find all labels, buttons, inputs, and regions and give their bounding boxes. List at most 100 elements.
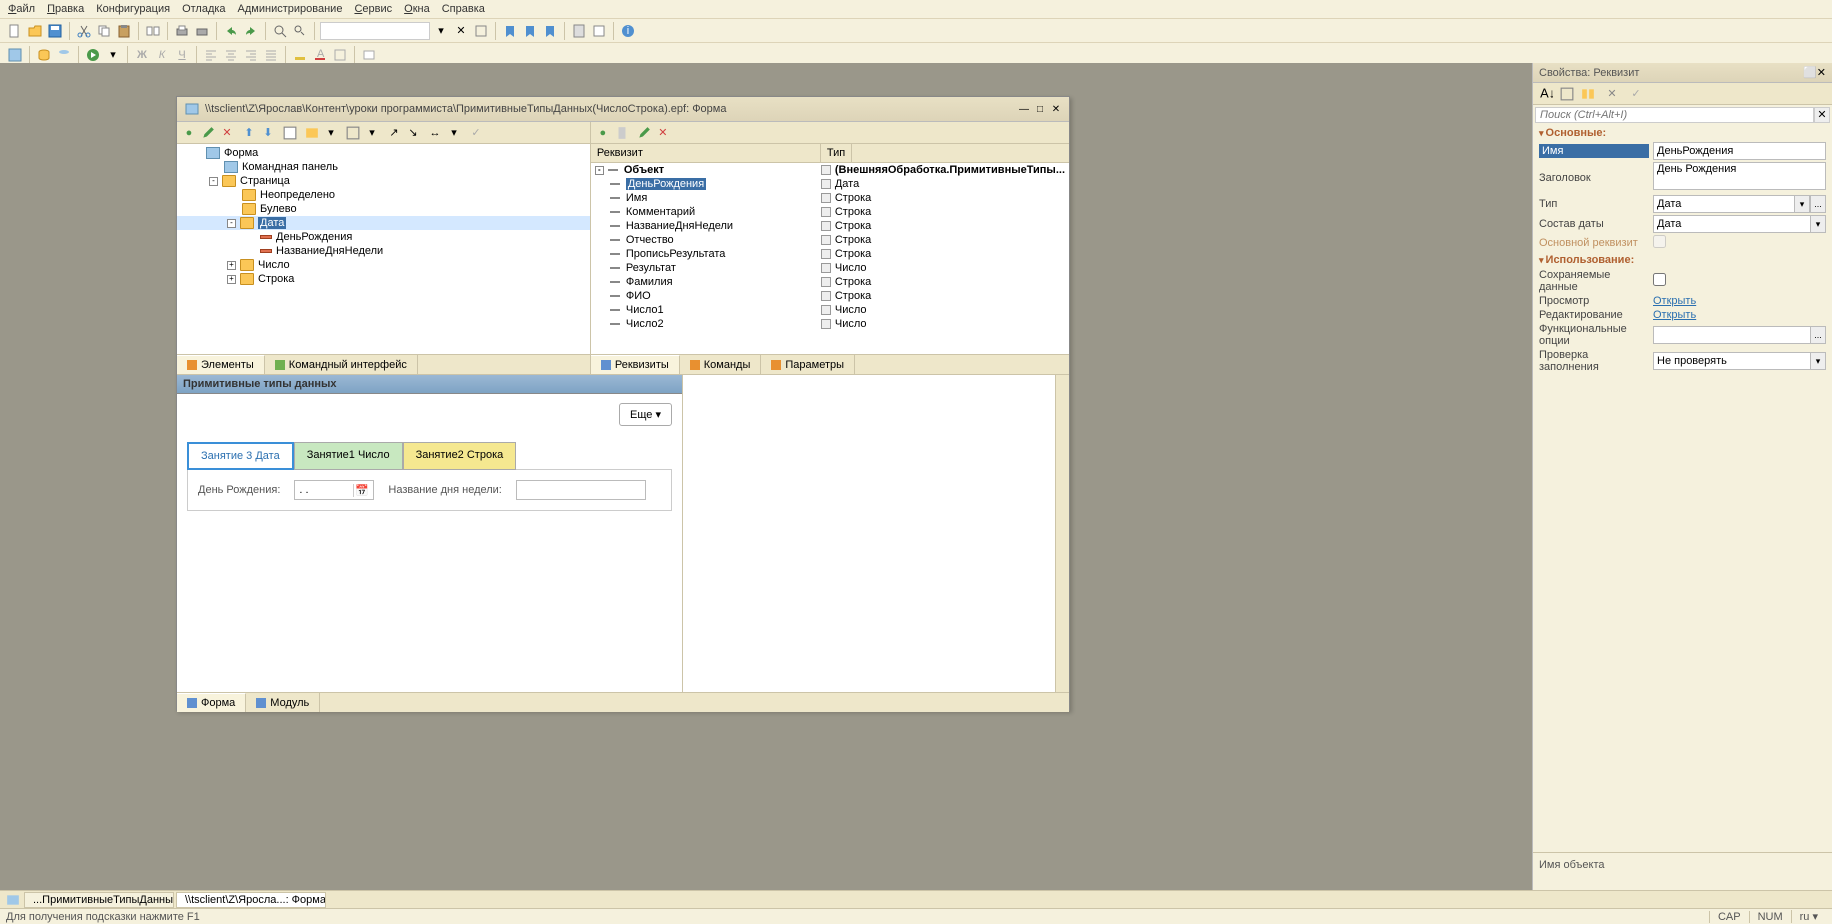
search-clear-icon[interactable]: ✕: [452, 22, 470, 40]
calendar-icon[interactable]: [590, 22, 608, 40]
menu-windows[interactable]: Окна: [404, 3, 430, 15]
align-justify-icon[interactable]: [262, 46, 280, 64]
underline-icon[interactable]: Ч: [173, 46, 191, 64]
prop-name-input[interactable]: [1653, 142, 1826, 160]
preview-tab[interactable]: Занятие 3 Дата: [187, 442, 294, 470]
prop-fillcheck-input[interactable]: [1653, 352, 1810, 370]
tab-Реквизиты[interactable]: Реквизиты: [591, 355, 680, 374]
requisite-row[interactable]: Число2Число: [591, 317, 1069, 331]
taskbar-item[interactable]: \\tsclient\Z\Яросла...: Форма: [176, 892, 326, 908]
delete-icon[interactable]: ✕: [219, 125, 235, 141]
redo-icon[interactable]: [242, 22, 260, 40]
align-center-icon[interactable]: [222, 46, 240, 64]
properties-search-input[interactable]: [1535, 107, 1814, 123]
minimize-icon[interactable]: —: [1017, 102, 1031, 116]
preview-scrollbar[interactable]: [1055, 375, 1069, 692]
bookmark-prev-icon[interactable]: [541, 22, 559, 40]
view-icon[interactable]: [304, 125, 320, 141]
find-icon[interactable]: [271, 22, 289, 40]
resize-icon[interactable]: ↔: [427, 125, 443, 141]
bordercolor-icon[interactable]: [331, 46, 349, 64]
prop-funcopt-input[interactable]: [1653, 326, 1810, 344]
requisite-row[interactable]: -Объект(ВнешняяОбработка.ПримитивныеТипы…: [591, 163, 1069, 177]
preview-tab[interactable]: Занятие1 Число: [294, 442, 403, 470]
req-add-icon[interactable]: ●: [595, 125, 611, 141]
sort-az-icon[interactable]: А↓: [1537, 85, 1555, 103]
collapse-icon[interactable]: ↘: [405, 125, 421, 141]
menu-debug[interactable]: Отладка: [182, 3, 225, 15]
status-lang[interactable]: ru ▾: [1791, 910, 1826, 923]
requisite-row[interactable]: Число1Число: [591, 303, 1069, 317]
replace-icon[interactable]: [472, 22, 490, 40]
requisite-row[interactable]: ФамилияСтрока: [591, 275, 1069, 289]
req-toggle-icon[interactable]: -: [595, 166, 604, 175]
req-addcol-icon[interactable]: [614, 125, 630, 141]
tab-Команды[interactable]: Команды: [680, 355, 762, 374]
print-icon[interactable]: [173, 22, 191, 40]
tree-item[interactable]: -Страница: [177, 174, 590, 188]
movedown-icon[interactable]: ⬇: [260, 125, 276, 141]
prop-fillcheck-dropdown-icon[interactable]: ▾: [1810, 352, 1826, 370]
find-next-icon[interactable]: [291, 22, 309, 40]
close-icon[interactable]: ✕: [1049, 102, 1063, 116]
db-save-icon[interactable]: [55, 46, 73, 64]
search-input[interactable]: [320, 22, 430, 40]
align-right-icon[interactable]: [242, 46, 260, 64]
req-delete-icon[interactable]: ✕: [655, 125, 671, 141]
tree-item[interactable]: +Строка: [177, 272, 590, 286]
prop-type-input[interactable]: [1653, 195, 1794, 213]
prop-saved-checkbox[interactable]: [1653, 273, 1666, 286]
run-icon[interactable]: [84, 46, 102, 64]
prop-type-more-icon[interactable]: ...: [1810, 195, 1826, 213]
moveup-icon[interactable]: ⬆: [241, 125, 257, 141]
tab-Командный интерфейс[interactable]: Командный интерфейс: [265, 355, 418, 374]
req-header-name[interactable]: Реквизит: [591, 144, 821, 162]
calendar-picker-icon[interactable]: 📅: [353, 484, 369, 497]
bookmark-next-icon[interactable]: [521, 22, 539, 40]
grid-icon[interactable]: [345, 125, 361, 141]
bookmark-icon[interactable]: [501, 22, 519, 40]
section-usage[interactable]: Использование:: [1535, 252, 1830, 268]
expand-icon[interactable]: ↗: [386, 125, 402, 141]
maximize-icon[interactable]: □: [1033, 102, 1047, 116]
props-apply-icon[interactable]: ✓: [1627, 85, 1645, 103]
filter-icon[interactable]: [1579, 85, 1597, 103]
cut-icon[interactable]: [75, 22, 93, 40]
dayname-input[interactable]: [516, 480, 646, 500]
requisite-row[interactable]: ПрописьРезультатаСтрока: [591, 247, 1069, 261]
requisite-row[interactable]: НазваниеДняНеделиСтрока: [591, 219, 1069, 233]
undo-icon[interactable]: [222, 22, 240, 40]
edit-icon[interactable]: [200, 125, 216, 141]
requisite-row[interactable]: ФИОСтрока: [591, 289, 1069, 303]
help-icon[interactable]: i: [619, 22, 637, 40]
check-icon[interactable]: ✓: [468, 125, 484, 141]
requisite-row[interactable]: ИмяСтрока: [591, 191, 1069, 205]
props-icon[interactable]: [282, 125, 298, 141]
requisite-row[interactable]: КомментарийСтрока: [591, 205, 1069, 219]
tree-item[interactable]: Командная панель: [177, 160, 590, 174]
tree-toggle-icon[interactable]: -: [209, 177, 218, 186]
preview-tab[interactable]: Занятие2 Строка: [403, 442, 517, 470]
open-icon[interactable]: [26, 22, 44, 40]
tab-Параметры[interactable]: Параметры: [761, 355, 855, 374]
config-tree-icon[interactable]: [6, 46, 24, 64]
req-edit-icon[interactable]: [636, 125, 652, 141]
run-dropdown-icon[interactable]: ▾: [104, 46, 122, 64]
requisites-list[interactable]: -Объект(ВнешняяОбработка.ПримитивныеТипы…: [591, 163, 1069, 354]
new-icon[interactable]: [6, 22, 24, 40]
print-preview-icon[interactable]: [193, 22, 211, 40]
category-icon[interactable]: [1558, 85, 1576, 103]
props-pin-icon[interactable]: ⬜: [1803, 66, 1817, 79]
prop-datecomp-dropdown-icon[interactable]: ▾: [1810, 215, 1826, 233]
footer-tab-Модуль[interactable]: Модуль: [246, 693, 320, 712]
properties-titlebar[interactable]: Свойства: Реквизит ⬜ ✕: [1533, 63, 1832, 83]
prop-funcopt-more-icon[interactable]: ...: [1810, 326, 1826, 344]
taskbar-item[interactable]: ...ПримитивныеТипыДанны...: [24, 892, 174, 908]
elements-tree[interactable]: ФормаКомандная панель-СтраницаНеопределе…: [177, 144, 590, 354]
bgcolor-icon[interactable]: [291, 46, 309, 64]
tree-item[interactable]: Булево: [177, 202, 590, 216]
menu-config[interactable]: Конфигурация: [96, 3, 170, 15]
props-clear-icon[interactable]: ✕: [1603, 85, 1621, 103]
prop-type-dropdown-icon[interactable]: ▾: [1794, 195, 1810, 213]
document-titlebar[interactable]: \\tsclient\Z\Ярослав\Контент\уроки прогр…: [177, 97, 1069, 122]
